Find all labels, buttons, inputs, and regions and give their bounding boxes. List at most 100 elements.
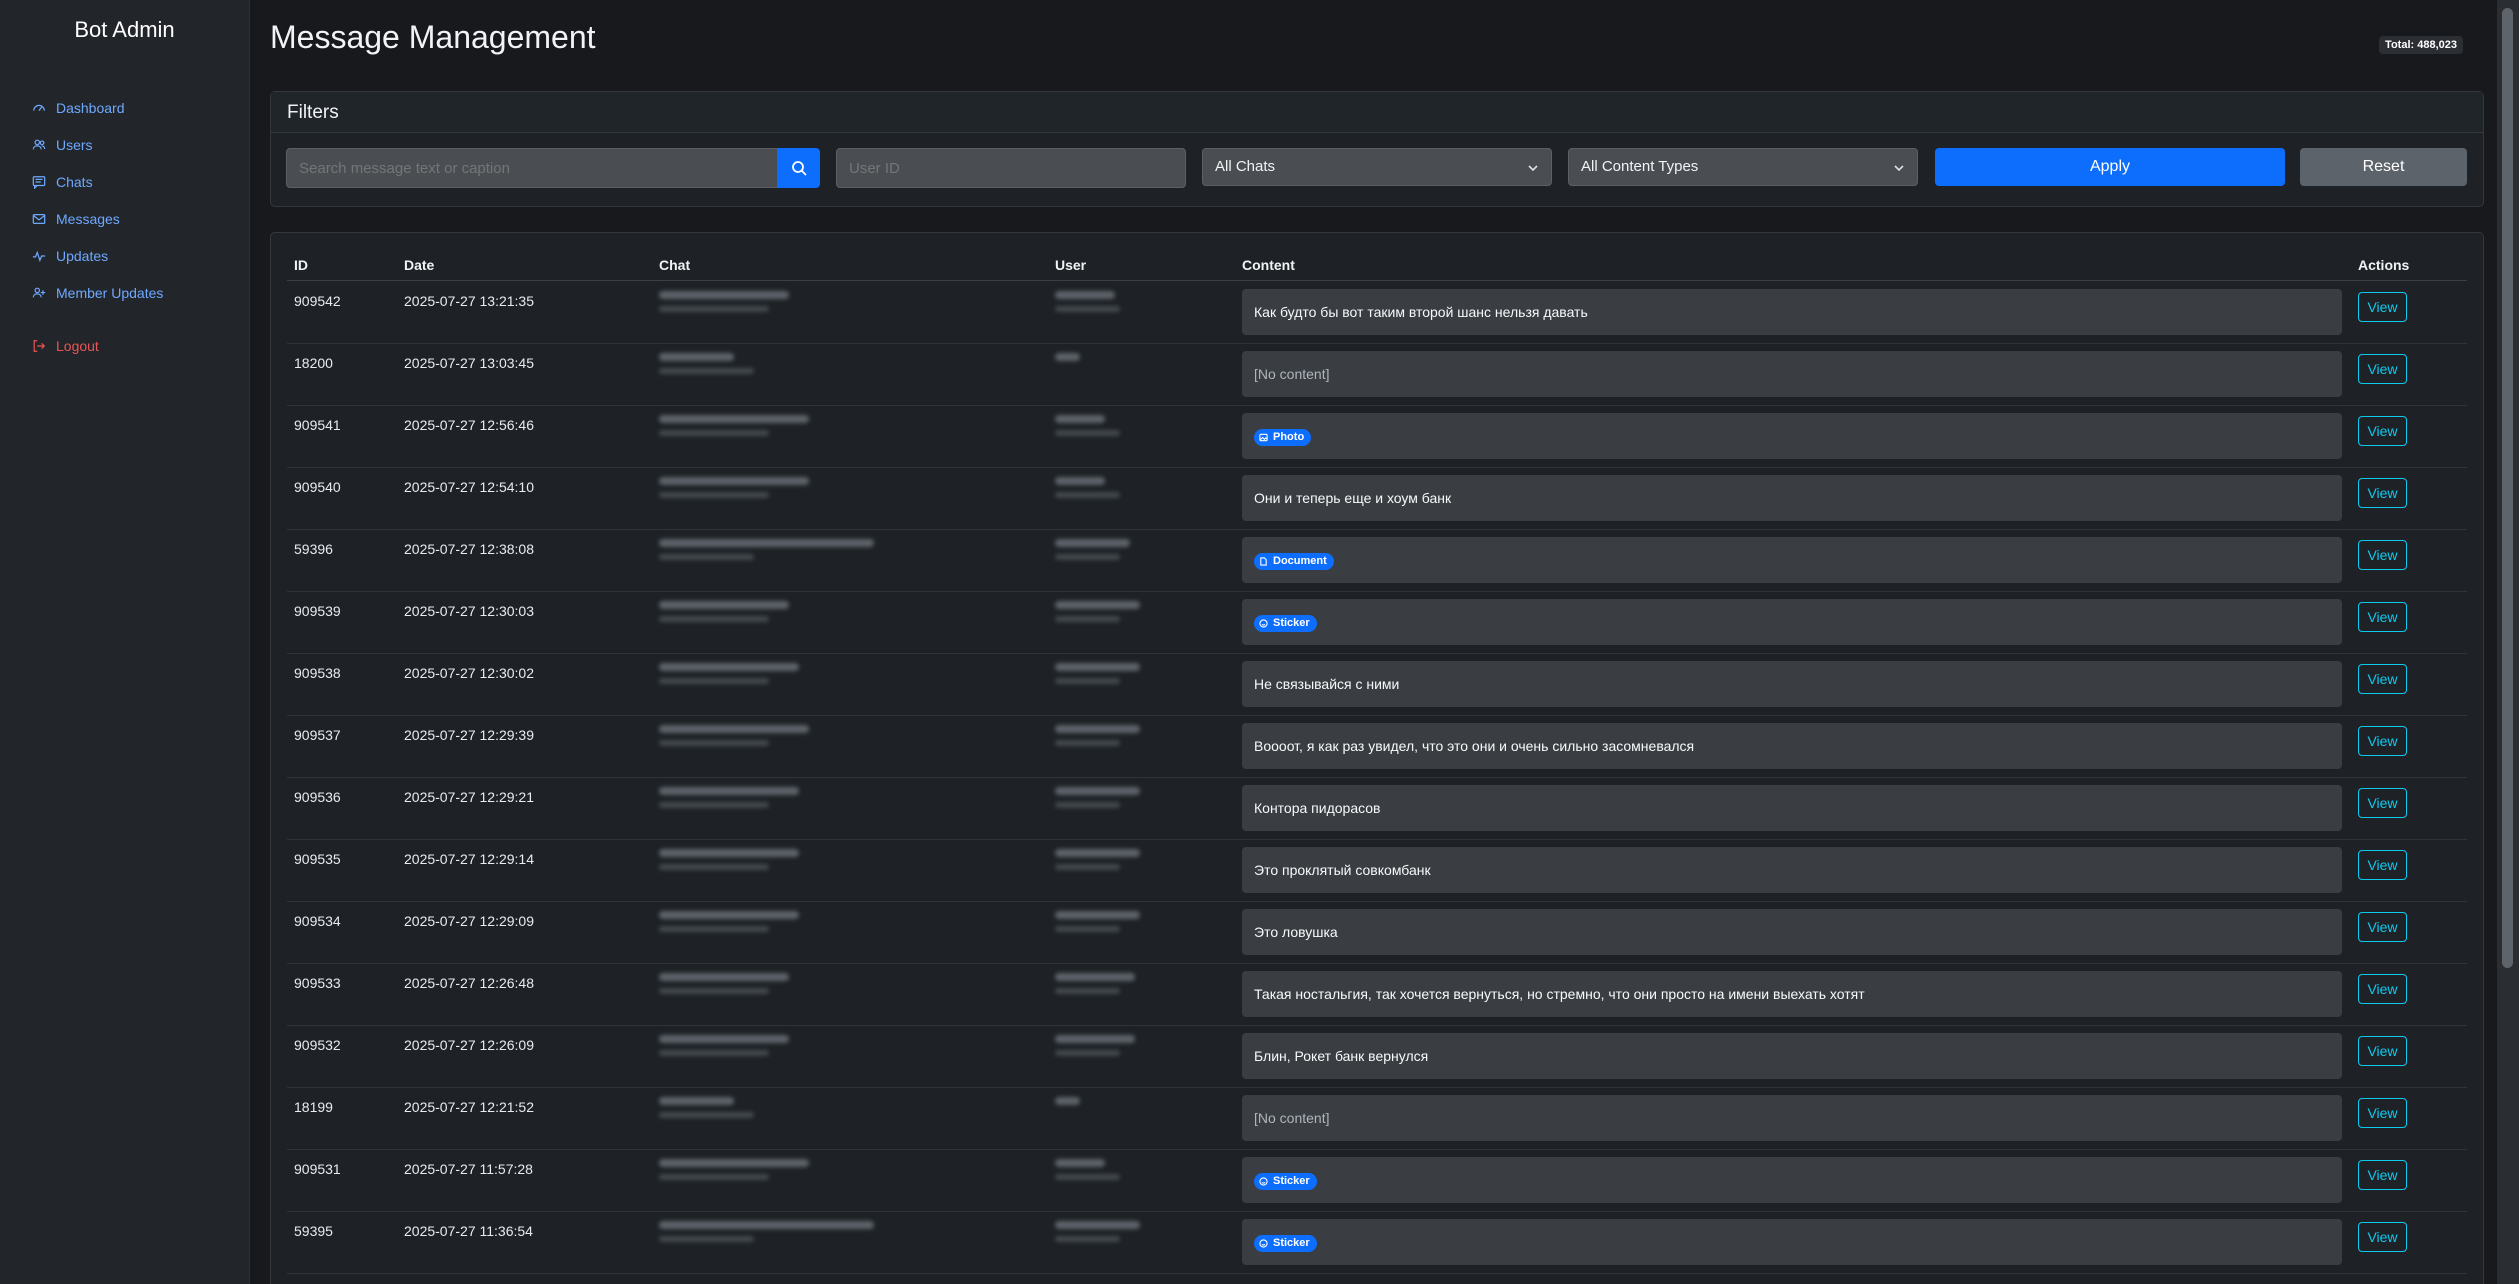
view-button[interactable]: View [2358, 1160, 2407, 1190]
message-text: Контора пидорасов [1254, 800, 1381, 816]
message-text: Как будто бы вот таким второй шанс нельз… [1254, 304, 1588, 320]
sidebar-item-messages[interactable]: Messages [0, 200, 249, 237]
table-row: 909533 2025-07-27 12:26:48 Такая ностальги… [287, 964, 2467, 1026]
content-cell: Блин, Рокет банк вернулся [1242, 1033, 2342, 1079]
content-type-select-value: All Content Types [1581, 158, 1699, 175]
message-date: 2025-07-27 12:30:02 [404, 665, 534, 681]
view-button[interactable]: View [2358, 540, 2407, 570]
message-date: 2025-07-27 11:57:28 [404, 1161, 533, 1177]
file-icon [1260, 557, 1267, 566]
view-button[interactable]: View [2358, 912, 2407, 942]
user-cell-redacted [1055, 1097, 1080, 1105]
chevron-down-icon [1894, 165, 1904, 172]
view-button[interactable]: View [2358, 292, 2407, 322]
sidebar-item-updates[interactable]: Updates [0, 237, 249, 274]
table-row: 909540 2025-07-27 12:54:10 Они и теперь ещ… [287, 468, 2467, 530]
reset-button[interactable]: Reset [2300, 148, 2467, 186]
sidebar-item-users[interactable]: Users [0, 126, 249, 163]
table-row: 18200 2025-07-27 13:03:45 [No content] View [287, 344, 2467, 406]
message-id: 909536 [294, 789, 341, 805]
page-scrollbar[interactable] [2497, 0, 2519, 1284]
scrollbar-thumb[interactable] [2502, 8, 2513, 968]
search-input[interactable] [286, 148, 778, 188]
message-id: 909541 [294, 417, 341, 433]
message-text: Не связывайся с ними [1254, 676, 1400, 692]
view-button[interactable]: View [2358, 726, 2407, 756]
table-header: ID Date Chat User Content Actions [287, 251, 2467, 281]
message-date: 2025-07-27 12:29:14 [404, 851, 534, 867]
badge-label: Sticker [1273, 1174, 1310, 1187]
sidebar-item-dashboard[interactable]: Dashboard [0, 89, 249, 126]
message-id: 909535 [294, 851, 341, 867]
chat-select-value: All Chats [1215, 158, 1276, 175]
message-text: Такая ностальгия, так хочется вернуться,… [1254, 986, 1865, 1002]
table-row: 909541 2025-07-27 12:56:46 image-iconPhoto… [287, 406, 2467, 468]
view-button[interactable]: View [2358, 664, 2407, 694]
sidebar-item-chats[interactable]: Chats [0, 163, 249, 200]
user-cell-redacted [1055, 973, 1135, 994]
table-row: 59396 2025-07-27 12:38:08 file-iconDocumen… [287, 530, 2467, 592]
search-button[interactable] [778, 148, 820, 188]
view-button[interactable]: View [2358, 850, 2407, 880]
content-type-select[interactable]: All Content Types [1568, 148, 1918, 186]
view-button[interactable]: View [2358, 1222, 2407, 1252]
user-cell-redacted [1055, 1221, 1140, 1242]
content-cell: [No content] [1242, 351, 2342, 397]
brand-title: Bot Admin [74, 17, 175, 42]
page-title: Message Management [270, 19, 596, 55]
message-date: 2025-07-27 12:26:09 [404, 1037, 534, 1053]
message-id: 59396 [294, 541, 333, 557]
sidebar: Bot Admin Dashboard Users Chats Messages… [0, 0, 250, 1284]
chat-cell-redacted [659, 1097, 754, 1118]
content-cell: Это проклятый совкомбанк [1242, 847, 2342, 893]
user-cell-redacted [1055, 1159, 1120, 1180]
column-header-chat: Chat [659, 257, 691, 273]
sidebar-item-label: Dashboard [56, 99, 125, 116]
badge-label: Sticker [1273, 1236, 1310, 1249]
view-button[interactable]: View [2358, 602, 2407, 632]
view-button[interactable]: View [2358, 974, 2407, 1004]
envelope-icon [32, 213, 46, 224]
image-icon [1259, 433, 1268, 441]
content-type-badge: smile-iconSticker [1254, 614, 1317, 632]
badge-label: Photo [1273, 430, 1305, 443]
messages-table: ID Date Chat User Content Actions 909542… [270, 232, 2484, 1284]
chat-cell-redacted [659, 291, 789, 312]
sidebar-item-label: Updates [56, 247, 109, 264]
message-text: [No content] [1254, 1110, 1330, 1126]
user-id-input[interactable] [836, 148, 1186, 188]
chat-cell-redacted [659, 1035, 789, 1056]
view-button[interactable]: View [2358, 1098, 2407, 1128]
view-button[interactable]: View [2358, 1036, 2407, 1066]
chat-select[interactable]: All Chats [1202, 148, 1552, 186]
content-cell: Это ловушка [1242, 909, 2342, 955]
user-cell-redacted [1055, 663, 1140, 684]
view-button[interactable]: View [2358, 788, 2407, 818]
view-button[interactable]: View [2358, 354, 2407, 384]
user-cell-redacted [1055, 787, 1140, 808]
user-cell-redacted [1055, 911, 1140, 932]
apply-button[interactable]: Apply [1935, 148, 2285, 186]
table-row: 18199 2025-07-27 12:21:52 [No content] View [287, 1088, 2467, 1150]
message-id: 909539 [294, 603, 341, 619]
logout-link[interactable]: Logout [0, 327, 249, 364]
table-body: 909542 2025-07-27 13:21:35 Как будто бы во… [287, 282, 2467, 1274]
content-cell: Контора пидорасов [1242, 785, 2342, 831]
message-date: 2025-07-27 12:26:48 [404, 975, 534, 991]
message-date: 2025-07-27 12:29:39 [404, 727, 534, 743]
view-button[interactable]: View [2358, 478, 2407, 508]
sidebar-item-label: Users [56, 136, 93, 153]
message-id: 909533 [294, 975, 341, 991]
sidebar-item-label: Chats [56, 173, 93, 190]
content-type-badge: file-iconDocument [1254, 552, 1334, 570]
chat-cell-redacted [659, 601, 789, 622]
message-id: 909537 [294, 727, 341, 743]
view-button[interactable]: View [2358, 416, 2407, 446]
message-date: 2025-07-27 12:56:46 [404, 417, 534, 433]
chat-cell-redacted [659, 539, 874, 560]
content-cell: file-iconDocument [1242, 537, 2342, 583]
sidebar-item-member-updates[interactable]: Member Updates [0, 274, 249, 311]
content-type-badge: image-iconPhoto [1254, 428, 1312, 446]
column-header-actions: Actions [2358, 257, 2410, 273]
chat-cell-redacted [659, 477, 809, 498]
